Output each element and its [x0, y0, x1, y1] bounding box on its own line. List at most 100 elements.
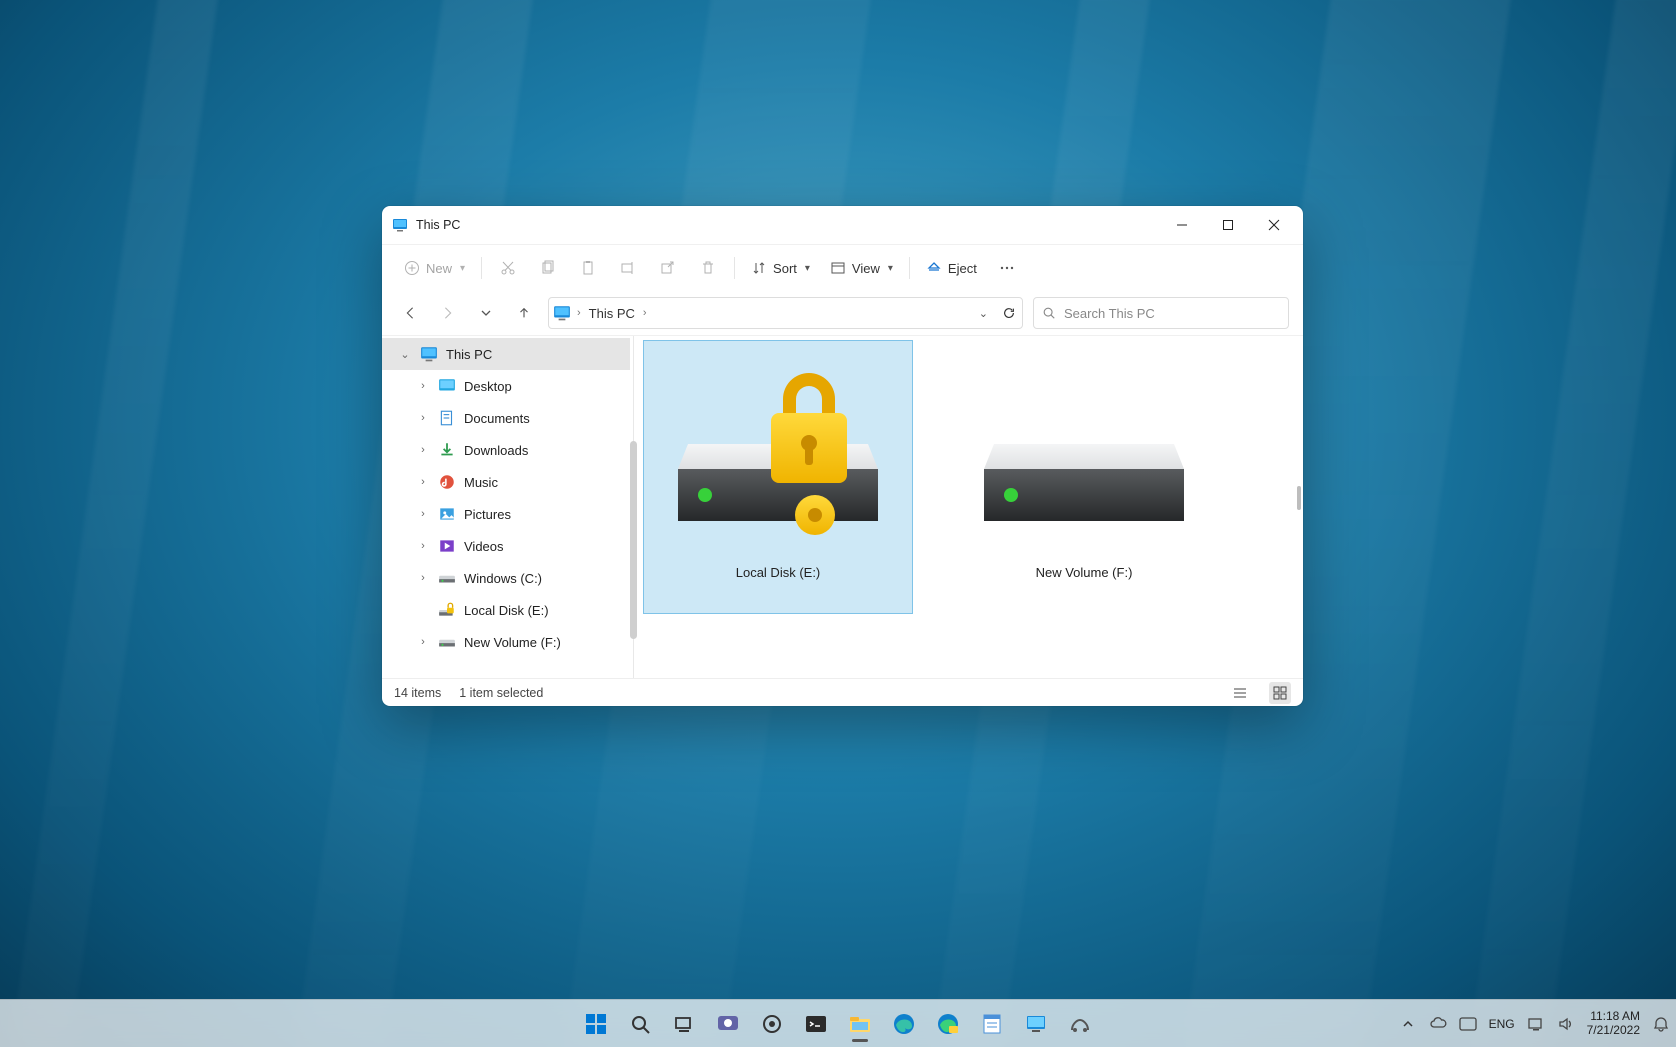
network-icon[interactable]: [1527, 1015, 1545, 1033]
clock-date: 7/21/2022: [1587, 1024, 1640, 1038]
view-button[interactable]: View ▾: [822, 251, 901, 285]
music-icon: [438, 473, 456, 491]
nav-label: Documents: [464, 411, 530, 426]
toolbar: New ▾ Sort ▾ View ▾ Eject: [382, 244, 1303, 291]
window-title: This PC: [416, 218, 460, 232]
close-button[interactable]: [1251, 209, 1297, 241]
scrollbar-thumb[interactable]: [1297, 486, 1301, 510]
search-box[interactable]: [1033, 297, 1289, 329]
nav-this-pc[interactable]: ⌄ This PC: [382, 338, 630, 370]
taskbar[interactable]: ENG 11:18 AM 7/21/2022: [0, 999, 1676, 1047]
chevron-right-icon[interactable]: ›: [416, 412, 430, 424]
taskbar-app-chat[interactable]: [708, 1004, 748, 1044]
search-input[interactable]: [1064, 306, 1280, 321]
minimize-button[interactable]: [1159, 209, 1205, 241]
nav-downloads[interactable]: › Downloads: [382, 434, 630, 466]
selected-count: 1 item selected: [459, 686, 543, 700]
status-bar: 14 items 1 item selected: [382, 678, 1303, 706]
copy-button[interactable]: [530, 251, 566, 285]
address-dropdown-button[interactable]: ⌄: [975, 307, 992, 320]
more-icon: [999, 260, 1015, 276]
drive-label: New Volume (F:): [1036, 565, 1133, 580]
nav-documents[interactable]: › Documents: [382, 402, 630, 434]
drive-label: Local Disk (E:): [736, 565, 821, 580]
chevron-right-icon[interactable]: ›: [643, 307, 647, 319]
language-indicator[interactable]: ENG: [1489, 1017, 1515, 1031]
system-tray[interactable]: ENG 11:18 AM 7/21/2022: [1399, 1010, 1670, 1038]
sort-button[interactable]: Sort ▾: [743, 251, 818, 285]
eject-button[interactable]: Eject: [918, 251, 985, 285]
chevron-down-icon: ▾: [888, 263, 893, 274]
chevron-right-icon[interactable]: ›: [416, 508, 430, 520]
chevron-right-icon[interactable]: ›: [577, 307, 581, 319]
nav-label: Desktop: [464, 379, 512, 394]
chevron-right-icon[interactable]: ›: [416, 636, 430, 648]
nav-new-volume-f[interactable]: › New Volume (F:): [382, 626, 630, 658]
chevron-right-icon[interactable]: ›: [416, 540, 430, 552]
task-view-button[interactable]: [664, 1004, 704, 1044]
taskbar-app-misc[interactable]: [1060, 1004, 1100, 1044]
nav-music[interactable]: › Music: [382, 466, 630, 498]
search-button[interactable]: [620, 1004, 660, 1044]
chevron-right-icon[interactable]: ›: [416, 444, 430, 456]
nav-label: Music: [464, 475, 498, 490]
rename-button[interactable]: [610, 251, 646, 285]
taskbar-app-edge[interactable]: [884, 1004, 924, 1044]
nav-videos[interactable]: › Videos: [382, 530, 630, 562]
taskbar-app-settings[interactable]: [752, 1004, 792, 1044]
nav-local-disk-e[interactable]: › Local Disk (E:): [382, 594, 630, 626]
recent-locations-button[interactable]: [472, 299, 500, 327]
breadcrumb-root[interactable]: This PC: [587, 306, 637, 321]
titlebar[interactable]: This PC: [382, 206, 1303, 244]
taskbar-app-system[interactable]: [1016, 1004, 1056, 1044]
drive-tile-f[interactable]: New Volume (F:): [949, 340, 1219, 614]
documents-icon: [438, 409, 456, 427]
keyboard-icon[interactable]: [1459, 1015, 1477, 1033]
nav-pictures[interactable]: › Pictures: [382, 498, 630, 530]
maximize-button[interactable]: [1205, 209, 1251, 241]
volume-icon[interactable]: [1557, 1015, 1575, 1033]
item-count: 14 items: [394, 686, 441, 700]
paste-button[interactable]: [570, 251, 606, 285]
details-view-button[interactable]: [1229, 682, 1251, 704]
start-button[interactable]: [576, 1004, 616, 1044]
eject-icon: [926, 260, 942, 276]
back-button[interactable]: [396, 299, 424, 327]
up-button[interactable]: [510, 299, 538, 327]
forward-button[interactable]: [434, 299, 462, 327]
share-button[interactable]: [650, 251, 686, 285]
delete-button[interactable]: [690, 251, 726, 285]
taskbar-app-terminal[interactable]: [796, 1004, 836, 1044]
more-button[interactable]: [989, 251, 1025, 285]
refresh-button[interactable]: [1002, 306, 1016, 320]
chevron-right-icon[interactable]: ›: [416, 476, 430, 488]
rename-icon: [620, 260, 636, 276]
tiles-view-button[interactable]: [1269, 682, 1291, 704]
clock[interactable]: 11:18 AM 7/21/2022: [1587, 1010, 1640, 1038]
taskbar-app-edge-canary[interactable]: [928, 1004, 968, 1044]
taskbar-app-notepad[interactable]: [972, 1004, 1012, 1044]
chevron-down-icon[interactable]: ⌄: [398, 348, 412, 361]
drive-icon: [438, 569, 456, 587]
chevron-right-icon[interactable]: ›: [416, 380, 430, 392]
content-pane[interactable]: Local Disk (E:) New Volume (F:): [637, 336, 1303, 678]
tray-overflow-button[interactable]: [1399, 1015, 1417, 1033]
chevron-right-icon[interactable]: ›: [416, 572, 430, 584]
nav-label: Videos: [464, 539, 504, 554]
nav-desktop[interactable]: › Desktop: [382, 370, 630, 402]
notifications-button[interactable]: [1652, 1015, 1670, 1033]
new-button[interactable]: New ▾: [396, 251, 473, 285]
pane-splitter[interactable]: [630, 336, 637, 678]
cut-button[interactable]: [490, 251, 526, 285]
chevron-down-icon: ▾: [460, 263, 465, 274]
this-pc-icon: [553, 304, 571, 322]
share-icon: [660, 260, 676, 276]
nav-windows-c[interactable]: › Windows (C:): [382, 562, 630, 594]
downloads-icon: [438, 441, 456, 459]
taskbar-app-explorer[interactable]: [840, 1004, 880, 1044]
chevron-down-icon: ▾: [805, 263, 810, 274]
drive-tile-e[interactable]: Local Disk (E:): [643, 340, 913, 614]
breadcrumb-bar[interactable]: › This PC › ⌄: [548, 297, 1023, 329]
nav-pane[interactable]: ⌄ This PC › Desktop › Documents › Downlo…: [382, 336, 630, 678]
onedrive-icon[interactable]: [1429, 1015, 1447, 1033]
